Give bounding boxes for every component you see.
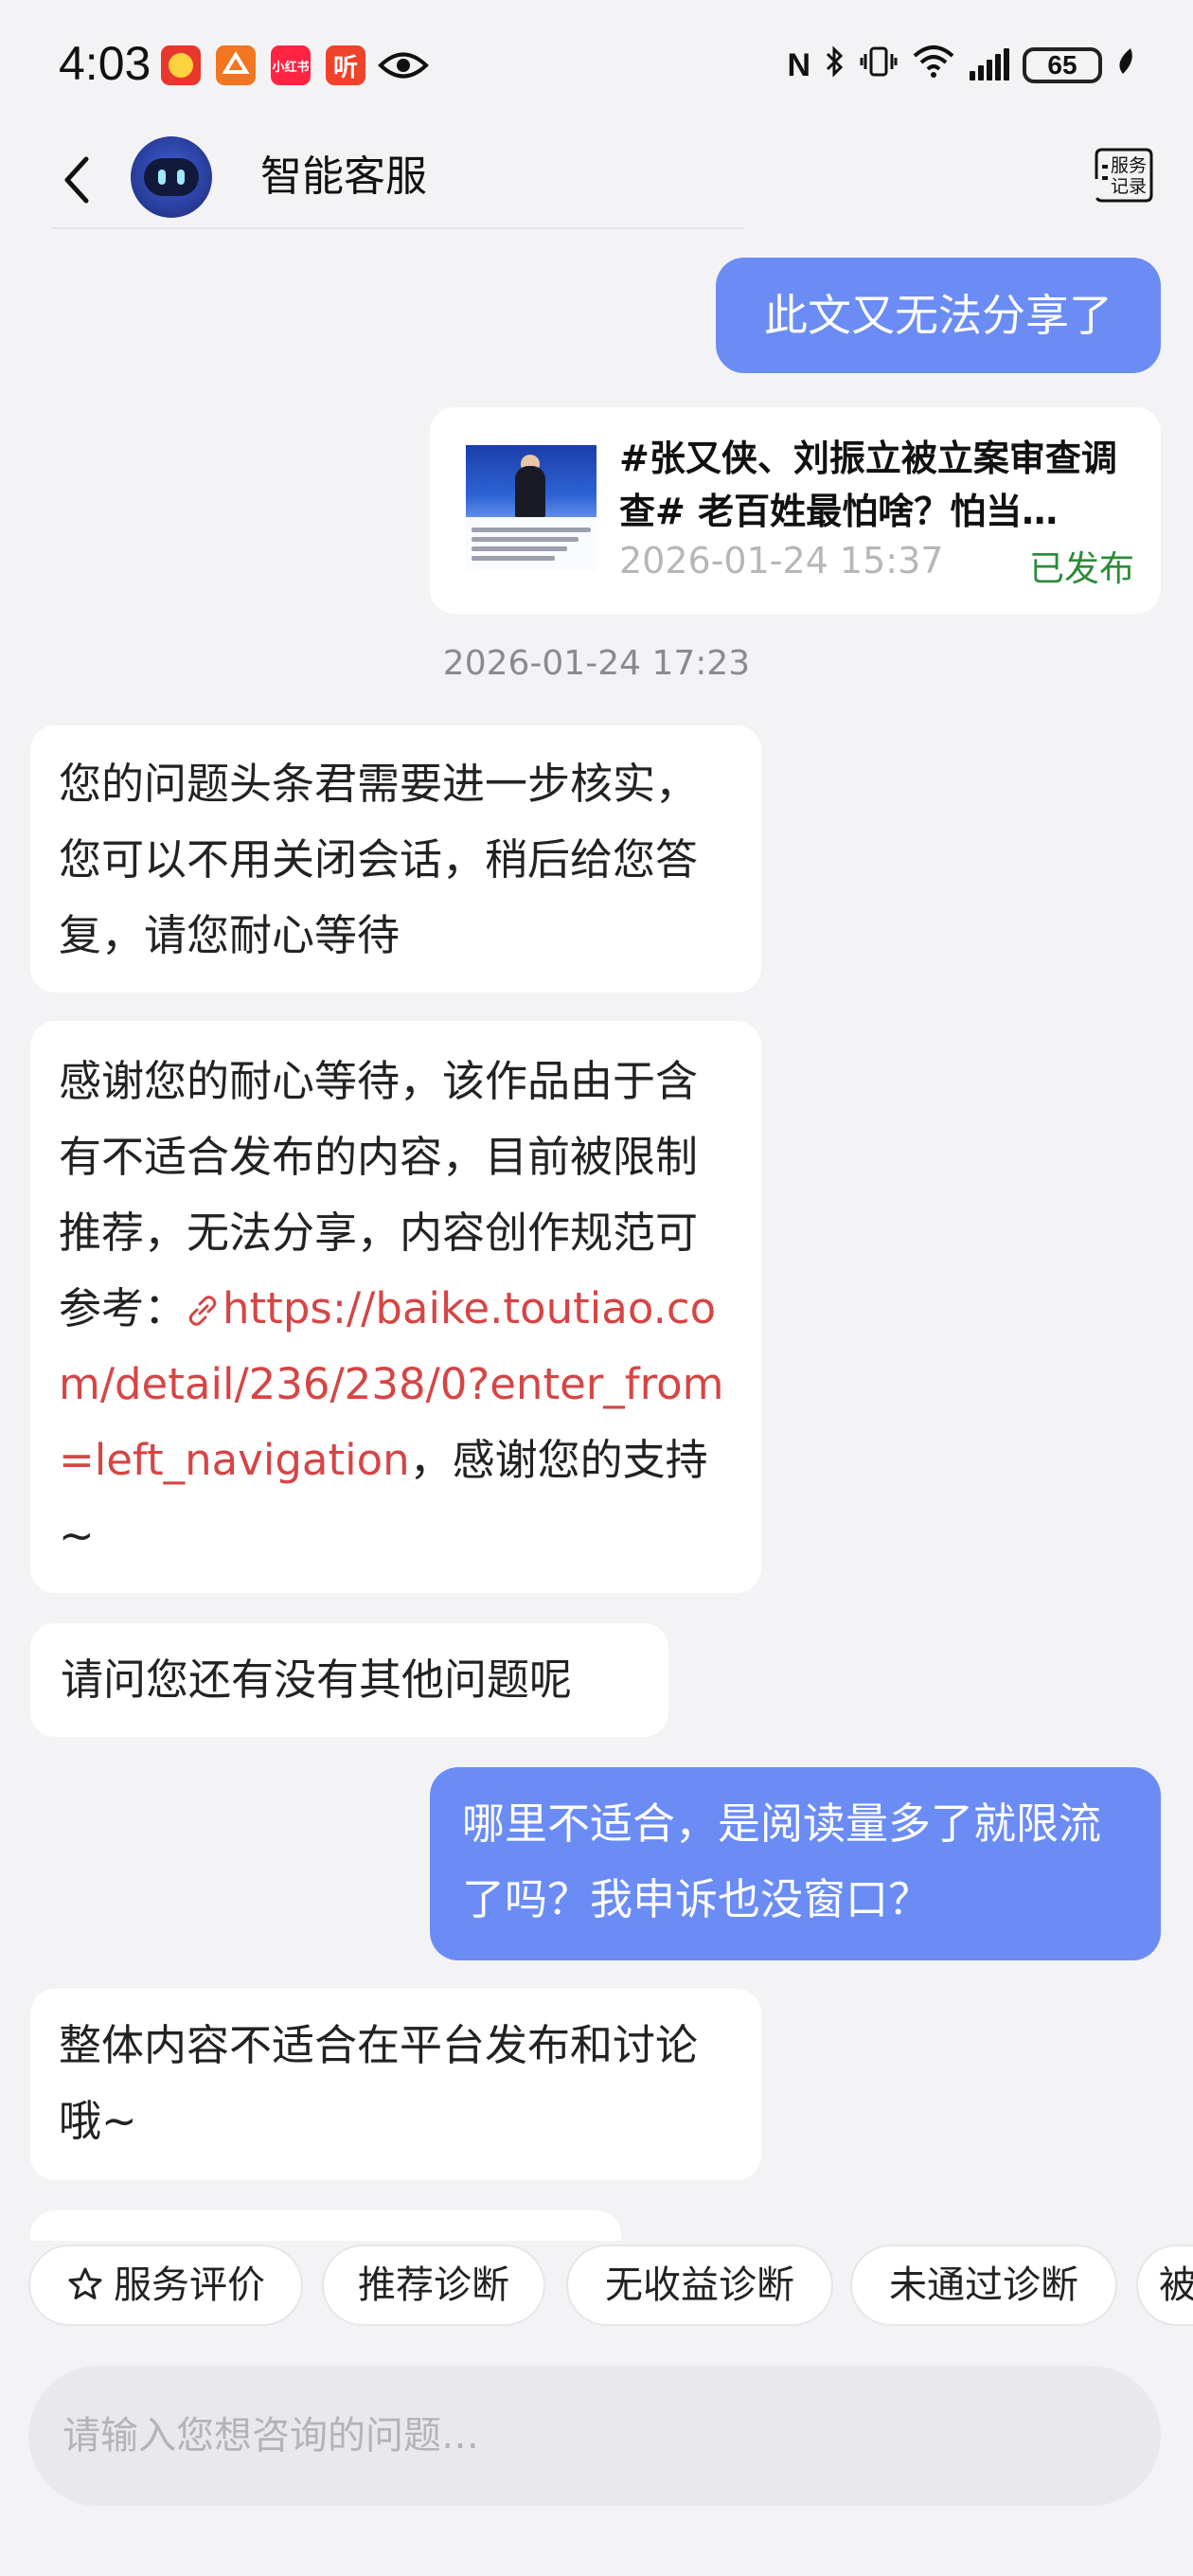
app-icon-4: 听 — [326, 45, 365, 85]
message-text: 整体内容不适合在平台发布和讨论哦~ — [59, 2020, 699, 2146]
app-icon-1 — [161, 45, 201, 85]
home-indicator — [0, 2557, 1193, 2576]
status-time: 4:03 — [59, 37, 151, 90]
app-icon-2 — [216, 45, 256, 85]
status-right: N 65 — [787, 42, 1136, 89]
bot-message-1: 您的问题头条君需要进一步核实，您可以不用关闭会话，稍后给您答复，请您耐心等待 — [30, 725, 761, 993]
bot-message-4: 整体内容不适合在平台发布和讨论哦~ — [30, 1989, 761, 2180]
chip-label: 推荐诊断 — [358, 2263, 509, 2307]
link-icon — [187, 1283, 223, 1333]
wifi-icon — [911, 45, 956, 87]
message-input[interactable] — [61, 2413, 1106, 2459]
article-thumbnail — [466, 445, 596, 572]
nfc-icon: N — [787, 46, 810, 83]
eye-icon — [377, 45, 430, 85]
chip-label: 被 — [1159, 2263, 1193, 2307]
quick-actions: 服务评价 推荐诊断 无收益诊断 未通过诊断 被 — [28, 2245, 1193, 2332]
records-label: 服务记录 — [1111, 155, 1148, 197]
article-status: 已发布 — [1029, 548, 1134, 589]
message-input-bar[interactable] — [28, 2366, 1161, 2506]
bot-message-2: 感谢您的耐心等待，该作品由于含有不适合发布的内容，目前被限制推荐，无法分享，内容… — [30, 1021, 761, 1593]
message-text: 哪里不适合，是阅读量多了就限流了吗？我申诉也没窗口？ — [462, 1798, 1102, 1924]
article-title: #张又侠、刘振立被立案审查调查# 老百姓最怕啥？怕当… — [619, 438, 1117, 532]
chip-label: 服务评价 — [114, 2263, 265, 2307]
status-bar: 4:03 小红书 听 N 65 — [0, 0, 1193, 133]
page-title: 智能客服 — [260, 152, 427, 201]
chat-timestamp: 2026-01-24 17:23 — [442, 644, 751, 683]
star-icon — [68, 2267, 102, 2299]
chip-label: 未通过诊断 — [889, 2263, 1078, 2307]
robot-icon — [144, 158, 199, 196]
user-message-2: 哪里不适合，是阅读量多了就限流了吗？我申诉也没窗口？ — [430, 1767, 1161, 1960]
message-text: 请问您还有没有其他问题呢 — [61, 1655, 573, 1705]
article-card[interactable]: #张又侠、刘振立被立案审查调查# 老百姓最怕啥？怕当… 2026-01-24 1… — [430, 407, 1161, 614]
avatar[interactable] — [131, 136, 212, 218]
leaf-icon — [1115, 45, 1136, 86]
chevron-left-icon — [64, 156, 89, 204]
chip-recommend-diagnosis[interactable]: 推荐诊断 — [322, 2245, 545, 2326]
chip-service-rating[interactable]: 服务评价 — [28, 2245, 303, 2326]
user-message-1: 此文又无法分享了 — [716, 258, 1161, 373]
chip-rejected-diagnosis[interactable]: 未通过诊断 — [850, 2245, 1117, 2326]
battery-indicator: 65 — [1023, 47, 1102, 83]
app-icon-3: 小红书 — [271, 45, 311, 85]
header-divider — [52, 227, 743, 229]
article-date: 2026-01-24 15:37 — [619, 540, 944, 581]
message-text: 此文又无法分享了 — [764, 290, 1113, 341]
signal-icon — [970, 48, 1009, 80]
vibrate-icon — [860, 45, 898, 86]
chip-no-revenue-diagnosis[interactable]: 无收益诊断 — [566, 2245, 833, 2326]
bluetooth-icon — [824, 45, 846, 87]
chip-label: 无收益诊断 — [605, 2263, 794, 2307]
bot-message-3: 请问您还有没有其他问题呢 — [30, 1623, 668, 1737]
service-records-button[interactable]: 服务记录 — [1093, 146, 1155, 206]
chip-more[interactable]: 被 — [1136, 2245, 1193, 2326]
back-button[interactable] — [47, 152, 104, 208]
header: 智能客服 服务记录 — [0, 133, 1193, 227]
message-text: 您的问题头条君需要进一步核实，您可以不用关闭会话，稍后给您答复，请您耐心等待 — [59, 759, 699, 960]
